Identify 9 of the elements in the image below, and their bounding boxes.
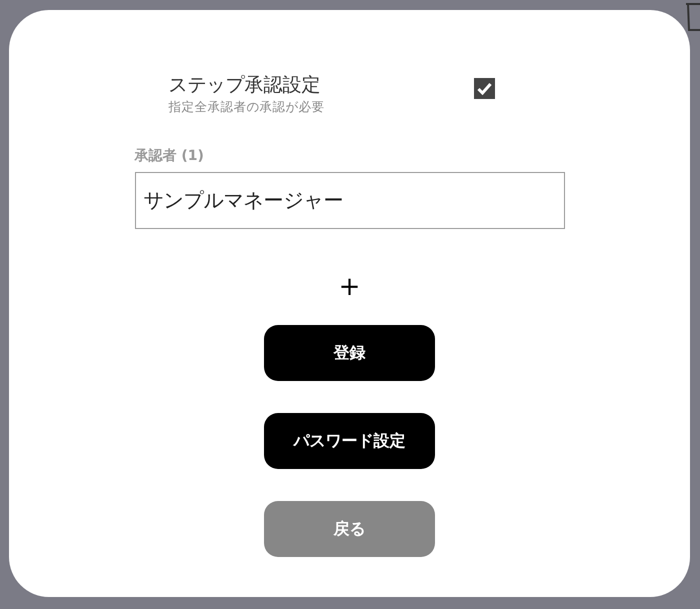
action-button[interactable]: パスワード設定 bbox=[264, 413, 435, 469]
add-button[interactable]: + bbox=[330, 273, 368, 301]
setting-title: ステップ承認設定 bbox=[168, 73, 322, 98]
approvers-label: 承認者 (1) bbox=[134, 147, 205, 166]
setting-description: 指定全承認者の承認が必要 bbox=[168, 98, 326, 116]
checkbox[interactable] bbox=[474, 78, 494, 99]
approver-field[interactable]: サンプルマネージャー bbox=[134, 172, 564, 229]
back-button[interactable]: 戻る bbox=[264, 501, 435, 557]
action-button[interactable]: 登録 bbox=[264, 325, 435, 381]
